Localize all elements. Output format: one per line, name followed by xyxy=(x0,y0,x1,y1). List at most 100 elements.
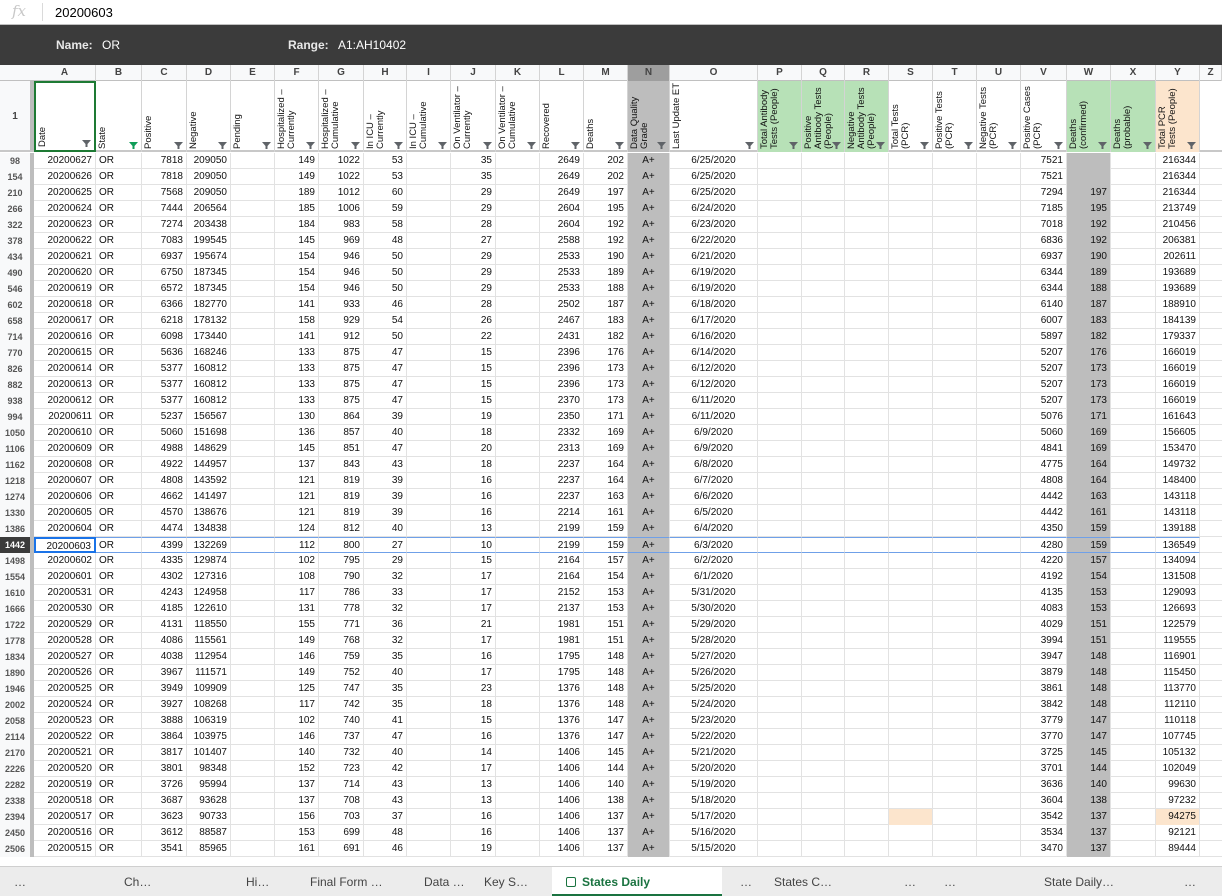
table-cell[interactable]: OR xyxy=(96,697,142,713)
table-cell[interactable]: 778 xyxy=(319,601,364,617)
table-cell[interactable] xyxy=(802,697,845,713)
table-cell[interactable] xyxy=(933,361,977,377)
table-cell[interactable]: 18 xyxy=(451,697,496,713)
table-cell[interactable] xyxy=(889,345,933,361)
table-cell[interactable]: 134838 xyxy=(187,521,231,537)
table-cell[interactable]: 146 xyxy=(275,649,319,665)
table-cell[interactable]: 1406 xyxy=(540,793,584,809)
table-cell[interactable] xyxy=(845,201,889,217)
table-cell[interactable]: 3779 xyxy=(1021,713,1067,729)
table-cell[interactable]: 20200520 xyxy=(34,761,96,777)
table-cell[interactable] xyxy=(933,809,977,825)
table-cell[interactable]: OR xyxy=(96,185,142,201)
table-cell[interactable]: A+ xyxy=(628,633,670,649)
row-number[interactable]: 2338 xyxy=(0,793,34,809)
table-cell[interactable] xyxy=(889,633,933,649)
table-cell[interactable] xyxy=(407,777,451,793)
table-cell[interactable] xyxy=(977,729,1021,745)
table-cell[interactable]: 4442 xyxy=(1021,505,1067,521)
table-cell[interactable]: 192 xyxy=(1067,217,1111,233)
table-cell[interactable]: 6/4/2020 xyxy=(670,521,758,537)
table-cell[interactable] xyxy=(496,537,540,553)
table-cell[interactable]: OR xyxy=(96,617,142,633)
table-cell[interactable]: 130 xyxy=(275,409,319,425)
table-cell[interactable] xyxy=(933,841,977,857)
table-cell[interactable]: 206381 xyxy=(1156,233,1200,249)
table-cell[interactable]: OR xyxy=(96,473,142,489)
table-cell[interactable] xyxy=(889,777,933,793)
table-cell[interactable] xyxy=(231,393,275,409)
table-cell[interactable] xyxy=(496,569,540,585)
table-cell[interactable] xyxy=(758,457,802,473)
table-cell[interactable]: A+ xyxy=(628,745,670,761)
table-cell[interactable]: 160812 xyxy=(187,361,231,377)
filter-icon[interactable] xyxy=(920,142,929,149)
table-cell[interactable] xyxy=(889,681,933,697)
table-cell[interactable] xyxy=(889,537,933,553)
table-cell[interactable] xyxy=(231,457,275,473)
table-cell[interactable]: 155 xyxy=(275,617,319,633)
table-cell[interactable] xyxy=(845,473,889,489)
table-cell[interactable]: 4083 xyxy=(1021,601,1067,617)
table-cell[interactable]: 216344 xyxy=(1156,185,1200,201)
table-cell[interactable]: 3542 xyxy=(1021,809,1067,825)
table-cell[interactable]: OR xyxy=(96,825,142,841)
table-cell[interactable] xyxy=(889,617,933,633)
table-cell[interactable] xyxy=(758,169,802,185)
table-cell[interactable]: OR xyxy=(96,745,142,761)
table-cell[interactable]: 2350 xyxy=(540,409,584,425)
table-cell[interactable]: 53 xyxy=(364,153,407,169)
table-cell[interactable] xyxy=(407,201,451,217)
table-cell[interactable] xyxy=(977,297,1021,313)
table-cell[interactable]: 969 xyxy=(319,233,364,249)
table-cell[interactable] xyxy=(933,345,977,361)
table-cell[interactable] xyxy=(845,361,889,377)
table-cell[interactable]: 35 xyxy=(364,649,407,665)
table-cell[interactable]: 6/25/2020 xyxy=(670,185,758,201)
table-cell[interactable]: 20200602 xyxy=(34,553,96,569)
column-letter-w[interactable]: W xyxy=(1067,65,1111,81)
table-cell[interactable]: 699 xyxy=(319,825,364,841)
table-cell[interactable] xyxy=(977,393,1021,409)
table-cell[interactable] xyxy=(758,601,802,617)
table-cell[interactable] xyxy=(496,777,540,793)
table-cell[interactable]: 20200530 xyxy=(34,601,96,617)
table-cell[interactable]: 3949 xyxy=(142,681,187,697)
table-cell[interactable]: A+ xyxy=(628,185,670,201)
table-cell[interactable] xyxy=(845,601,889,617)
column-header[interactable]: Total Antibody Tests (People) xyxy=(758,81,802,152)
table-cell[interactable]: 742 xyxy=(319,697,364,713)
table-cell[interactable]: 108 xyxy=(275,569,319,585)
table-cell[interactable] xyxy=(845,745,889,761)
table-cell[interactable] xyxy=(802,537,845,553)
table-cell[interactable] xyxy=(845,793,889,809)
table-cell[interactable] xyxy=(933,457,977,473)
table-cell[interactable]: 160812 xyxy=(187,377,231,393)
table-cell[interactable] xyxy=(496,505,540,521)
table-cell[interactable] xyxy=(1111,505,1156,521)
table-cell[interactable] xyxy=(758,185,802,201)
table-cell[interactable] xyxy=(889,249,933,265)
table-cell[interactable] xyxy=(1111,569,1156,585)
table-cell[interactable] xyxy=(1111,265,1156,281)
table-cell[interactable]: 216344 xyxy=(1156,153,1200,169)
table-cell[interactable] xyxy=(231,153,275,169)
table-cell[interactable]: 136 xyxy=(275,425,319,441)
table-cell[interactable]: 771 xyxy=(319,617,364,633)
table-cell[interactable] xyxy=(802,633,845,649)
sheet-tab[interactable]: States Daily xyxy=(552,867,722,896)
row-number[interactable]: 1162 xyxy=(0,457,34,473)
table-cell[interactable]: A+ xyxy=(628,297,670,313)
table-cell[interactable]: 2164 xyxy=(540,553,584,569)
table-cell[interactable] xyxy=(407,441,451,457)
table-cell[interactable] xyxy=(977,745,1021,761)
table-cell[interactable] xyxy=(1111,393,1156,409)
table-cell[interactable]: 168246 xyxy=(187,345,231,361)
table-cell[interactable]: OR xyxy=(96,409,142,425)
table-cell[interactable]: 3623 xyxy=(142,809,187,825)
table-cell[interactable] xyxy=(496,745,540,761)
row-number[interactable]: 266 xyxy=(0,201,34,217)
table-cell[interactable]: 197 xyxy=(1067,185,1111,201)
table-cell[interactable] xyxy=(1111,697,1156,713)
table-cell[interactable]: 50 xyxy=(364,281,407,297)
